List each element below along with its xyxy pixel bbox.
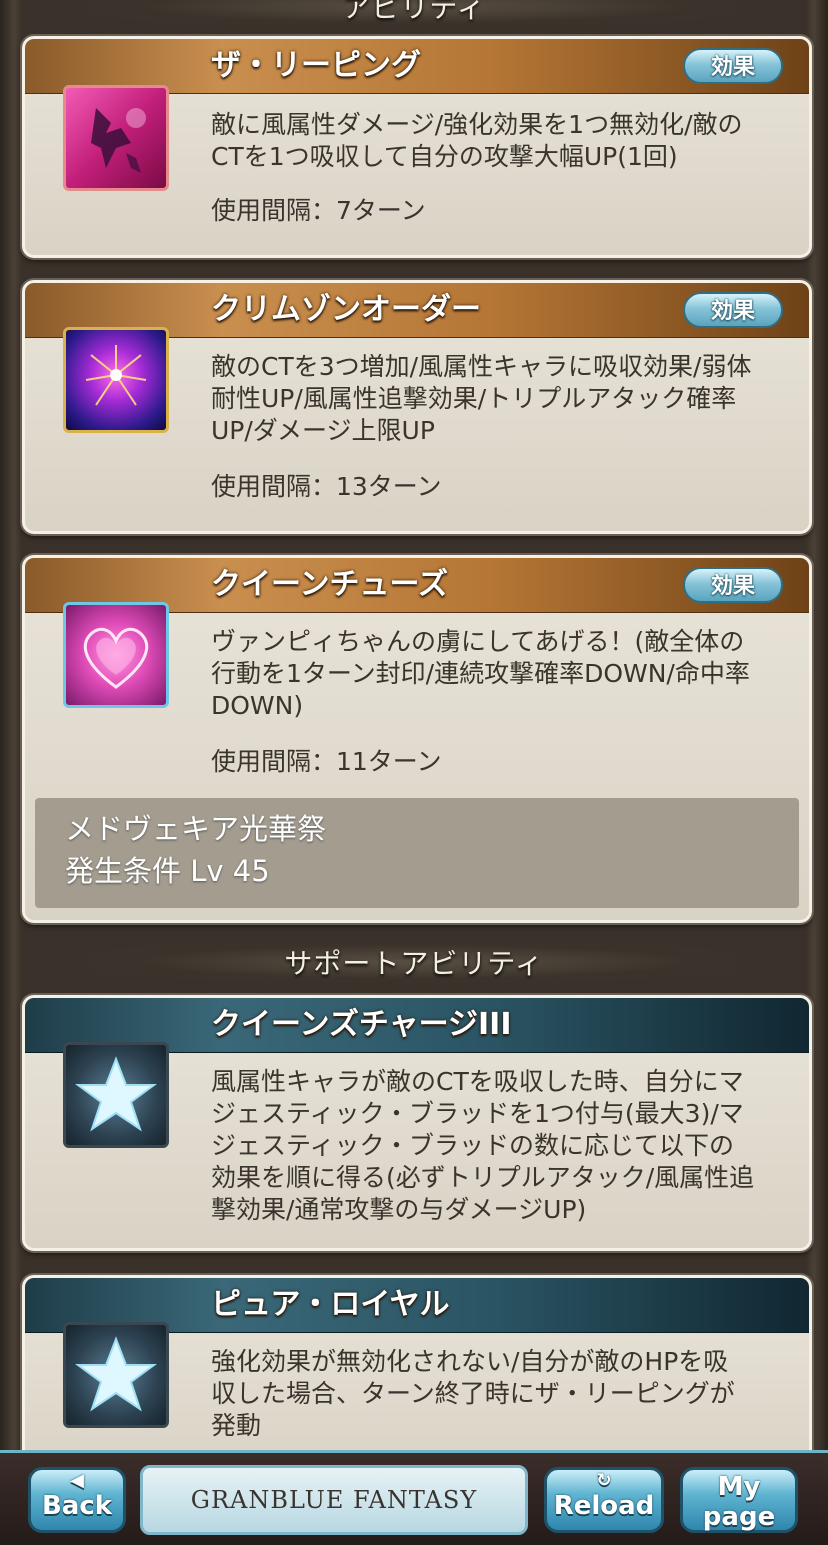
effect-button[interactable]: 効果 <box>683 567 783 603</box>
desc-line: 耐性UP/風属性追撃効果/トリプルアタック確率 <box>211 384 737 413</box>
section-header-label: サポートアビリティ <box>284 947 544 980</box>
support-description: 風属性キャラが敵のCTを吸収した時、自分にマ ジェスティック・ブラッドを1つ付与… <box>211 1066 781 1226</box>
fireworks-icon <box>63 327 169 433</box>
effect-button[interactable]: 効果 <box>683 48 783 84</box>
winged-figure-icon <box>63 85 169 191</box>
unlock-level-condition: 発生条件 Lv 45 <box>65 854 270 888</box>
desc-line: DOWN) <box>211 691 304 720</box>
footer-nav: ◀ Back GRANBLUE FANTASY ↻ Reload My page <box>0 1450 828 1545</box>
desc-line: UP/ダメージ上限UP <box>211 416 435 445</box>
ability-interval: 使用間隔：7ターン <box>211 196 426 225</box>
ability-title: ザ・リーピング <box>211 48 421 83</box>
ability-interval: 使用間隔：13ターン <box>211 472 442 501</box>
back-label: Back <box>41 1491 113 1521</box>
ability-card: クイーンチューズ 効果 ヴァンピィちゃんの虜にしてあげる！(敵全体の 行動を1タ… <box>22 555 812 923</box>
ability-description: ヴァンピィちゃんの虜にしてあげる！(敵全体の 行動を1ターン封印/連続攻撃確率D… <box>211 626 781 722</box>
reload-button[interactable]: ↻ Reload <box>544 1467 664 1533</box>
heart-icon <box>63 602 169 708</box>
logo-text: GRANBLUE FANTASY <box>190 1486 478 1514</box>
desc-line: ジェスティック・ブラッドの数に応じて以下の <box>211 1131 735 1160</box>
section-header-support: サポートアビリティ <box>90 942 738 982</box>
ability-card: クリムゾンオーダー 効果 敵のCTを3つ増加/風属性キャラに吸収効果/弱体 耐性… <box>22 280 812 534</box>
desc-line: 敵に風属性ダメージ/強化効果を1つ無効化/敵の <box>211 110 743 139</box>
support-title: クイーンズチャージIII <box>211 1007 512 1042</box>
desc-line: 強化効果が無効化されない/自分が敵のHPを吸 <box>211 1347 729 1376</box>
support-title: ピュア・ロイヤル <box>211 1287 450 1322</box>
mypage-button[interactable]: My page <box>680 1467 798 1533</box>
section-header-abilities: アビリティ <box>90 0 738 26</box>
desc-line: 効果を順に得る(必ずトリプルアタック/風属性追 <box>211 1163 755 1192</box>
back-button[interactable]: ◀ Back <box>28 1467 126 1533</box>
desc-line: 行動を1ターン封印/連続攻撃確率DOWN/命中率 <box>211 659 750 688</box>
ability-title: クイーンチューズ <box>211 567 448 602</box>
desc-line: 敵のCTを3つ増加/風属性キャラに吸収効果/弱体 <box>211 352 752 381</box>
desc-line: 風属性キャラが敵のCTを吸収した時、自分にマ <box>211 1067 744 1096</box>
desc-line: 収した場合、ターン終了時にザ・リーピングが <box>211 1379 735 1408</box>
ability-card: ザ・リーピング 効果 敵に風属性ダメージ/強化効果を1つ無効化/敵の CTを1つ… <box>22 36 812 258</box>
desc-line: 発動 <box>211 1411 262 1440</box>
ability-description: 敵のCTを3つ増加/風属性キャラに吸収効果/弱体 耐性UP/風属性追撃効果/トリ… <box>211 351 781 447</box>
effect-button[interactable]: 効果 <box>683 292 783 328</box>
support-description: 強化効果が無効化されない/自分が敵のHPを吸 収した場合、ターン終了時にザ・リー… <box>211 1346 781 1442</box>
desc-line: CTを1つ吸収して自分の攻撃大幅UP(1回) <box>211 142 678 171</box>
star-icon <box>63 1322 169 1428</box>
star-icon <box>63 1042 169 1148</box>
reload-label: Reload <box>553 1491 655 1521</box>
ability-interval: 使用間隔：11ターン <box>211 747 442 776</box>
ability-title: クリムゾンオーダー <box>211 292 481 327</box>
desc-line: 撃効果/通常攻撃の与ダメージUP) <box>211 1195 587 1224</box>
section-header-label: アビリティ <box>342 0 486 24</box>
game-logo: GRANBLUE FANTASY <box>140 1465 528 1535</box>
mypage-label-line1: My <box>717 1472 761 1502</box>
support-ability-card: クイーンズチャージIII 風属性キャラが敵のCTを吸収した時、自分にマ ジェステ… <box>22 995 812 1251</box>
unlock-event-name: メドヴェキア光華祭 <box>65 812 327 846</box>
ability-description: 敵に風属性ダメージ/強化効果を1つ無効化/敵の CTを1つ吸収して自分の攻撃大幅… <box>211 109 781 173</box>
unlock-condition-panel: メドヴェキア光華祭 発生条件 Lv 45 <box>35 798 799 908</box>
back-arrow-icon: ◀ <box>70 1470 84 1491</box>
desc-line: ジェスティック・ブラッドを1つ付与(最大3)/マ <box>211 1099 744 1128</box>
mypage-label-line2: page <box>702 1502 776 1532</box>
desc-line: ヴァンピィちゃんの虜にしてあげる！(敵全体の <box>211 627 745 656</box>
reload-icon: ↻ <box>596 1470 612 1491</box>
